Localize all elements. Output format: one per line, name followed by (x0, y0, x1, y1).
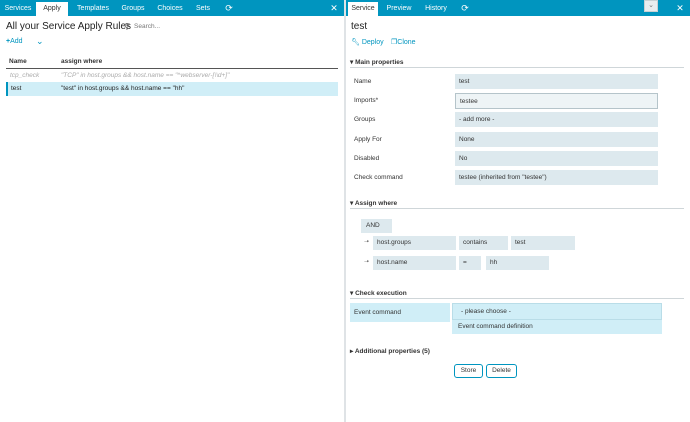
search-input[interactable]: Search... (134, 23, 160, 30)
store-button[interactable]: Store (454, 364, 483, 378)
refresh-icon[interactable]: ⟳ (458, 1, 472, 15)
arrow-right-icon: ➝ (364, 259, 370, 265)
tab-preview[interactable]: Preview (382, 2, 416, 16)
chevron-down-icon[interactable]: ⌄ (36, 36, 44, 47)
page-title: All your Service Apply Rules (6, 21, 132, 32)
disabled-label: Disabled (354, 155, 380, 162)
imports-label: Imports* (354, 97, 379, 104)
section-additional-properties[interactable]: ▸ Additional properties (5) (350, 347, 430, 355)
object-title: test (351, 21, 368, 32)
deploy-link[interactable]: 🔧︎ Deploy (351, 38, 384, 46)
groups-label: Groups (354, 116, 376, 123)
name-field[interactable]: test (455, 74, 658, 89)
tab-services[interactable]: Services (0, 2, 36, 16)
tab-history[interactable]: History (420, 2, 452, 16)
column-header-name[interactable]: Name (9, 58, 27, 65)
section-divider (350, 298, 684, 299)
arrow-right-icon: ➝ (364, 239, 370, 245)
wrench-icon: 🔧︎ (351, 39, 360, 46)
condition-value[interactable]: test (511, 236, 575, 250)
condition-value[interactable]: hh (486, 256, 549, 270)
event-command-label: Event command (354, 309, 401, 316)
add-button[interactable]: +Add (6, 38, 23, 45)
condition-property[interactable]: host.groups (373, 236, 456, 250)
row-name: tcp_check (10, 72, 40, 79)
clone-link[interactable]: ❐Clone (391, 38, 416, 46)
table-row-selected[interactable]: test "test" in host.groups && host.name … (6, 82, 338, 96)
and-operator[interactable]: AND (361, 219, 392, 233)
row-assign: "TCP" in host.groups && host.name == "^w… (61, 72, 230, 79)
left-tab-bar: Services Apply Templates Groups Choices … (0, 0, 344, 16)
imports-field[interactable]: testee (455, 93, 658, 109)
delete-button[interactable]: Delete (486, 364, 517, 378)
condition-property[interactable]: host.name (373, 256, 456, 270)
tab-templates[interactable]: Templates (70, 2, 116, 16)
name-label: Name (354, 78, 372, 85)
section-assign-where[interactable]: ▾ Assign where (350, 199, 397, 207)
row-name: test (11, 85, 22, 92)
disabled-select[interactable]: No (455, 151, 658, 166)
tab-sets[interactable]: Sets (192, 2, 214, 16)
right-tab-bar: Service Preview History ⟳ ⌄ ✕ (346, 0, 690, 16)
row-assign: "test" in host.groups && host.name == "h… (61, 85, 185, 92)
condition-operator[interactable]: contains (459, 236, 508, 250)
tab-groups[interactable]: Groups (118, 2, 148, 16)
section-main-properties[interactable]: ▾ Main properties (350, 58, 403, 66)
condition-operator[interactable]: = (459, 256, 481, 270)
section-check-execution[interactable]: ▾ Check execution (350, 289, 407, 297)
section-divider (350, 67, 684, 68)
apply-for-select[interactable]: None (455, 132, 658, 147)
header-line (6, 68, 338, 69)
tab-service[interactable]: Service (348, 2, 378, 16)
search-icon: ⚲ (124, 22, 130, 31)
pane-divider[interactable] (344, 0, 346, 422)
event-command-select[interactable]: - please choose - (452, 303, 662, 320)
check-command-field[interactable]: testee (inherited from "testee") (455, 170, 658, 185)
section-divider (350, 208, 684, 209)
event-command-row: Event command (350, 303, 450, 322)
search-box[interactable]: ⚲ Search... (124, 22, 244, 33)
refresh-icon[interactable]: ⟳ (222, 1, 236, 15)
tab-apply[interactable]: Apply (36, 2, 68, 16)
apply-for-label: Apply For (354, 136, 382, 143)
groups-field[interactable]: - add more - (455, 112, 658, 127)
collapse-toggle[interactable]: ⌄ (644, 0, 658, 12)
event-command-hint: Event command definition (452, 320, 662, 334)
close-icon[interactable]: ✕ (674, 1, 686, 15)
check-command-label: Check command (354, 174, 403, 181)
table-row[interactable]: tcp_check "TCP" in host.groups && host.n… (6, 70, 338, 82)
close-icon[interactable]: ✕ (328, 1, 340, 15)
tab-choices[interactable]: Choices (152, 2, 188, 16)
column-header-assign[interactable]: assign where (61, 58, 102, 65)
